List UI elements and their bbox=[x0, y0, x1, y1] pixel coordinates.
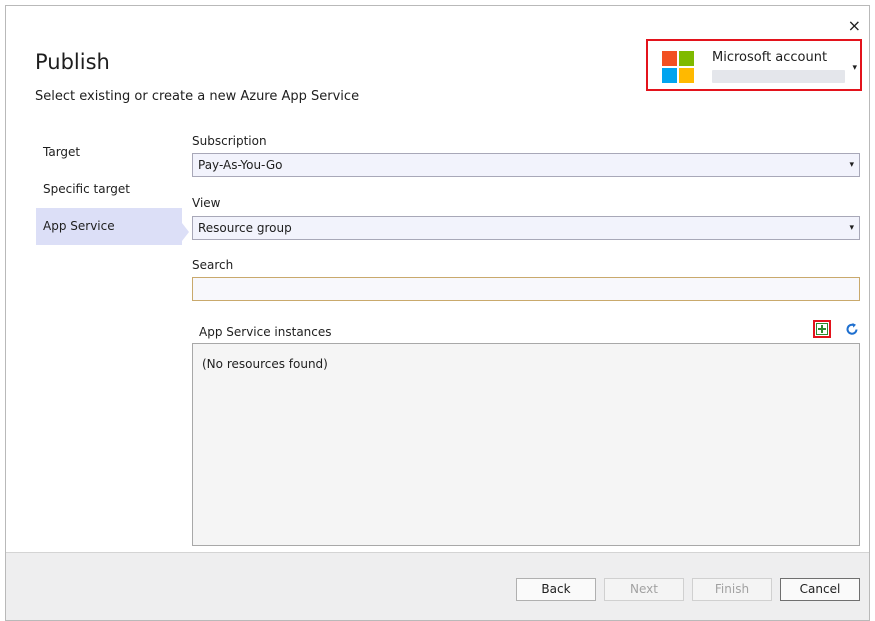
dialog-footer: Back Next Finish Cancel bbox=[6, 552, 869, 620]
next-button[interactable]: Next bbox=[604, 578, 684, 601]
app-service-instances-list[interactable]: (No resources found) bbox=[192, 343, 860, 546]
account-picker[interactable]: Microsoft account ▾ bbox=[646, 39, 862, 91]
add-instance-button[interactable] bbox=[813, 320, 831, 338]
page-title: Publish bbox=[35, 50, 110, 74]
close-icon[interactable]: × bbox=[848, 18, 861, 34]
finish-button[interactable]: Finish bbox=[692, 578, 772, 601]
nav-item-target[interactable]: Target bbox=[36, 134, 182, 171]
view-label: View bbox=[192, 196, 221, 210]
refresh-button[interactable] bbox=[844, 321, 860, 337]
view-value: Resource group bbox=[198, 221, 292, 235]
search-label: Search bbox=[192, 258, 234, 272]
cancel-button[interactable]: Cancel bbox=[780, 578, 860, 601]
refresh-icon bbox=[846, 323, 858, 335]
account-label: Microsoft account bbox=[712, 50, 828, 65]
chevron-down-icon[interactable]: ▾ bbox=[852, 63, 857, 73]
chevron-down-icon: ▾ bbox=[849, 223, 854, 233]
back-button[interactable]: Back bbox=[516, 578, 596, 601]
plus-icon bbox=[816, 323, 828, 335]
selected-nav-pointer bbox=[182, 223, 189, 241]
page-subtitle: Select existing or create a new Azure Ap… bbox=[35, 89, 360, 104]
subscription-value: Pay-As-You-Go bbox=[198, 158, 283, 172]
subscription-select[interactable]: Pay-As-You-Go ▾ bbox=[192, 153, 860, 177]
nav-item-specific-target[interactable]: Specific target bbox=[36, 171, 182, 208]
chevron-down-icon: ▾ bbox=[849, 160, 854, 170]
microsoft-logo-icon bbox=[662, 51, 694, 83]
search-input[interactable] bbox=[192, 277, 860, 301]
nav-item-app-service[interactable]: App Service bbox=[36, 208, 182, 245]
instances-label: App Service instances bbox=[199, 325, 332, 339]
wizard-nav: Target Specific target App Service bbox=[36, 134, 182, 245]
subscription-label: Subscription bbox=[192, 134, 267, 148]
publish-dialog: × Publish Select existing or create a ne… bbox=[5, 5, 870, 621]
empty-list-message: (No resources found) bbox=[202, 357, 328, 371]
account-email-redacted bbox=[712, 70, 845, 83]
view-select[interactable]: Resource group ▾ bbox=[192, 216, 860, 240]
